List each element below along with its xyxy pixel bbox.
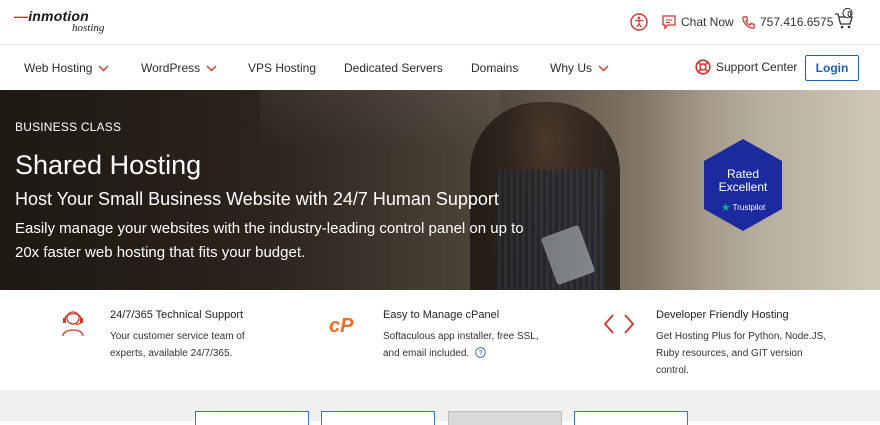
login-label: Login — [815, 61, 849, 75]
term-tab-selected[interactable] — [448, 411, 562, 425]
pricing-term-tabs — [0, 390, 880, 425]
hero-eyebrow: BUSINESS CLASS — [15, 120, 122, 134]
nav-label: Dedicated Servers — [344, 61, 443, 75]
nav-item-web-hosting[interactable]: Web Hosting — [24, 61, 109, 75]
brand-logo[interactable]: —inmotion hosting — [14, 8, 114, 36]
feature-desc-line: Ruby resources, and GIT version — [656, 348, 803, 359]
chat-now-label: Chat Now — [681, 15, 734, 29]
badge-line-2: Excellent — [718, 180, 768, 194]
phone-icon — [742, 15, 755, 29]
trustpilot-star-icon: ★ — [720, 202, 731, 214]
features-section: 24/7/365 Technical Support Your customer… — [0, 290, 880, 390]
nav-label: Why Us — [550, 61, 592, 75]
feature-desc-line: control. — [656, 365, 689, 376]
nav-item-domains[interactable]: Domains — [471, 61, 518, 75]
term-tab[interactable] — [574, 411, 688, 425]
top-bar: —inmotion hosting Chat Now 757.416.6575 … — [0, 0, 880, 44]
nav-label: Web Hosting — [24, 61, 93, 75]
feature-title: 24/7/365 Technical Support — [110, 309, 244, 321]
nav-item-vps-hosting[interactable]: VPS Hosting — [248, 61, 316, 75]
nav-label: VPS Hosting — [248, 61, 317, 75]
code-brackets-icon — [603, 314, 635, 334]
login-button[interactable]: Login — [805, 55, 859, 81]
nav-item-wordpress[interactable]: WordPress — [141, 61, 217, 75]
hero-title: Shared Hosting — [15, 150, 202, 180]
badge-line-1: Rated — [726, 167, 760, 181]
main-nav: Web Hosting WordPress VPS Hosting Dedica… — [0, 44, 880, 90]
feature-desc-line: Softaculous app installer, free SSL, — [383, 331, 539, 342]
nav-item-dedicated-servers[interactable]: Dedicated Servers — [344, 61, 443, 75]
chevron-down-icon — [206, 65, 217, 71]
accessibility-icon — [630, 13, 648, 31]
feature-title: Easy to Manage cPanel — [383, 309, 500, 321]
term-tab[interactable] — [321, 411, 435, 425]
hero-body-line-1: Easily manage your websites with the ind… — [15, 220, 524, 237]
feature-desc-line: Your customer service team of — [110, 331, 245, 342]
phone-link[interactable]: 757.416.6575 — [741, 11, 833, 33]
support-center-link[interactable]: Support Center — [695, 59, 797, 75]
nav-label: Domains — [471, 61, 519, 75]
feature-desc-line: Get Hosting Plus for Python, Node.JS, — [656, 331, 827, 342]
term-tab[interactable] — [195, 411, 309, 425]
chat-icon — [662, 15, 676, 30]
support-center-label: Support Center — [716, 60, 798, 74]
feature-desc-line-with-help: and email included. ? — [383, 345, 583, 362]
chevron-down-icon — [98, 65, 109, 71]
svg-text:cP: cP — [329, 315, 354, 337]
nav-label: WordPress — [141, 61, 201, 75]
chat-now-link[interactable]: Chat Now — [661, 11, 734, 33]
hero-subtitle: Host Your Small Business Website with 24… — [15, 189, 499, 209]
headset-support-icon — [62, 311, 84, 337]
swoosh-icon: — — [14, 8, 29, 24]
feature-title: Developer Friendly Hosting — [656, 309, 789, 321]
trustpilot-label: Trustpilot — [732, 203, 766, 212]
lifebuoy-icon — [695, 59, 711, 75]
accessibility-button[interactable] — [630, 11, 648, 33]
trustpilot-logo: ★ Trustpilot — [702, 201, 784, 214]
brand-subtext: hosting — [72, 22, 105, 34]
trustpilot-rating-badge[interactable]: Rated Excellent ★ Trustpilot — [702, 137, 784, 233]
cart-button[interactable]: 0 — [834, 8, 854, 30]
help-question-icon[interactable]: ? — [475, 347, 486, 358]
feature-desc-text: and email included. — [383, 348, 470, 359]
feature-desc-line: experts, available 24/7/365. — [110, 348, 233, 359]
phone-number: 757.416.6575 — [760, 15, 834, 29]
cart-count-badge: 0 — [847, 10, 852, 19]
cpanel-logo-icon: cP — [329, 315, 354, 337]
svg-text:?: ? — [479, 350, 483, 357]
chevron-down-icon — [598, 65, 609, 71]
nav-item-why-us[interactable]: Why Us — [550, 61, 609, 75]
hero-body-line-2: 20x faster web hosting that fits your bu… — [15, 244, 306, 261]
